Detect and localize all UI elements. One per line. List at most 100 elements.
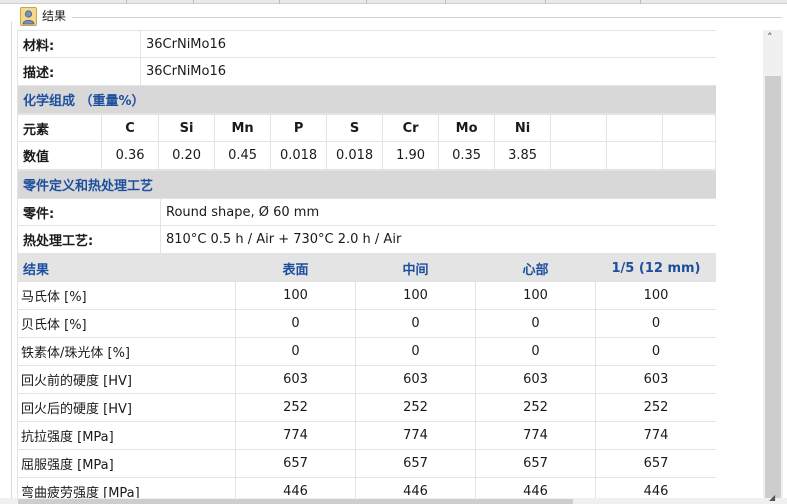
row-value: 603 [235,365,356,394]
group-border [11,22,12,504]
part-value: Round shape, Ø 60 mm [159,198,716,226]
row-value: 657 [595,449,716,478]
table-row: 回火后的硬度 [HV] 252 252 252 252 [17,393,716,422]
value-mo: 0.35 [438,141,496,170]
element-cr: Cr [382,114,440,142]
heat-treatment-value: 810°C 0.5 h / Air + 730°C 2.0 h / Air [159,225,716,254]
row-value: 100 [235,281,356,310]
composition-section-title: 化学组成 （重量%） [17,85,716,114]
row-value: 100 [355,281,476,310]
row-value: 252 [355,393,476,422]
material-value: 36CrNiMo16 [140,30,716,58]
part-section-header: 零件定义和热处理工艺 [17,170,716,199]
description-row: 描述: 36CrNiMo16 [17,57,716,86]
empty-cell [606,141,664,170]
table-row: 贝氏体 [%] 0 0 0 0 [17,309,716,338]
chevron-up-icon[interactable]: ˄ [767,32,773,44]
row-value: 774 [235,421,356,450]
table-row: 回火前的硬度 [HV] 603 603 603 603 [17,365,716,394]
element-p: P [270,114,328,142]
row-value: 603 [355,365,476,394]
description-value: 36CrNiMo16 [140,57,716,86]
part-section-title: 零件定义和热处理工艺 [17,170,716,199]
row-value: 774 [355,421,476,450]
table-row: 铁素体/珠光体 [%] 0 0 0 0 [17,337,716,366]
value-s: 0.018 [326,141,384,170]
group-divider [72,17,782,18]
empty-cell [662,141,716,170]
row-name: 屈服强度 [MPa] [17,449,236,478]
row-value: 252 [235,393,356,422]
row-value: 0 [595,309,716,338]
value-mn: 0.45 [214,141,272,170]
value-label: 数值 [17,141,103,170]
row-value: 0 [355,337,476,366]
row-value: 0 [475,309,596,338]
row-value: 603 [595,365,716,394]
element-s: S [326,114,384,142]
composition-section-header: 化学组成 （重量%） [17,85,716,114]
table-row: 屈服强度 [MPa] 657 657 657 657 [17,449,716,478]
material-table: 材料: 36CrNiMo16 描述: 36CrNiMo16 化学组成 （重量%） [17,30,716,114]
row-value: 0 [475,337,596,366]
value-si: 0.20 [158,141,216,170]
element-ni: Ni [494,114,552,142]
user-result-icon [20,7,37,26]
row-value: 657 [475,449,596,478]
vertical-scrollbar[interactable]: ˄ [763,30,783,504]
row-value: 0 [235,337,356,366]
results-header-label: 结果 [17,254,236,282]
row-value: 252 [595,393,716,422]
results-header-row: 结果 表面 中间 心部 1/5 (12 mm) [17,254,716,282]
empty-cell [662,114,716,142]
scrollbar-thumb[interactable] [765,76,781,504]
empty-cell [550,141,608,170]
row-name: 马氏体 [%] [17,281,236,310]
row-name: 铁素体/珠光体 [%] [17,337,236,366]
element-c: C [101,114,160,142]
value-ni: 3.85 [494,141,552,170]
row-value: 0 [595,337,716,366]
element-si: Si [158,114,216,142]
heat-treatment-row: 热处理工艺: 810°C 0.5 h / Air + 730°C 2.0 h /… [17,225,716,254]
column-middle: 中间 [355,254,476,282]
part-row: 零件: Round shape, Ø 60 mm [17,198,716,226]
row-value: 774 [475,421,596,450]
empty-cell [606,114,664,142]
row-value: 657 [235,449,356,478]
row-value: 0 [355,309,476,338]
element-row: 元素 C Si Mn P S Cr Mo Ni [17,114,716,142]
row-name: 贝氏体 [%] [17,309,236,338]
row-value: 657 [355,449,476,478]
empty-cell [550,114,608,142]
row-value: 0 [235,309,356,338]
row-value: 603 [475,365,596,394]
part-definition-table: 零件定义和热处理工艺 零件: Round shape, Ø 60 mm 热处理工… [17,170,716,254]
row-value: 100 [475,281,596,310]
value-cr: 1.90 [382,141,440,170]
row-name: 抗拉强度 [MPa] [17,421,236,450]
scrollbar-thumb[interactable] [18,499,573,504]
composition-value-row: 数值 0.36 0.20 0.45 0.018 0.018 1.90 0.35 … [17,141,716,170]
row-value: 774 [595,421,716,450]
result-content: 材料: 36CrNiMo16 描述: 36CrNiMo16 化学组成 （重量%）… [17,30,716,504]
value-p: 0.018 [270,141,328,170]
column-surface: 表面 [235,254,356,282]
heat-treatment-label: 热处理工艺: [17,225,161,254]
element-label: 元素 [17,114,103,142]
table-row: 马氏体 [%] 100 100 100 100 [17,281,716,310]
column-core: 心部 [475,254,596,282]
result-group-title: 结果 [42,9,67,23]
value-c: 0.36 [101,141,160,170]
result-group-header: 结果 [0,4,787,30]
resize-grip-icon[interactable]: ◢ [769,494,775,502]
element-mn: Mn [214,114,272,142]
composition-table: 元素 C Si Mn P S Cr Mo Ni 数值 0.36 0.20 0.4… [17,114,716,170]
results-table: 结果 表面 中间 心部 1/5 (12 mm) 马氏体 [%] 100 100 … [17,254,716,504]
row-value: 100 [595,281,716,310]
column-one-fifth: 1/5 (12 mm) [595,254,716,282]
element-mo: Mo [438,114,496,142]
horizontal-scrollbar[interactable] [0,498,787,504]
row-value: 252 [475,393,596,422]
description-label: 描述: [17,57,141,86]
